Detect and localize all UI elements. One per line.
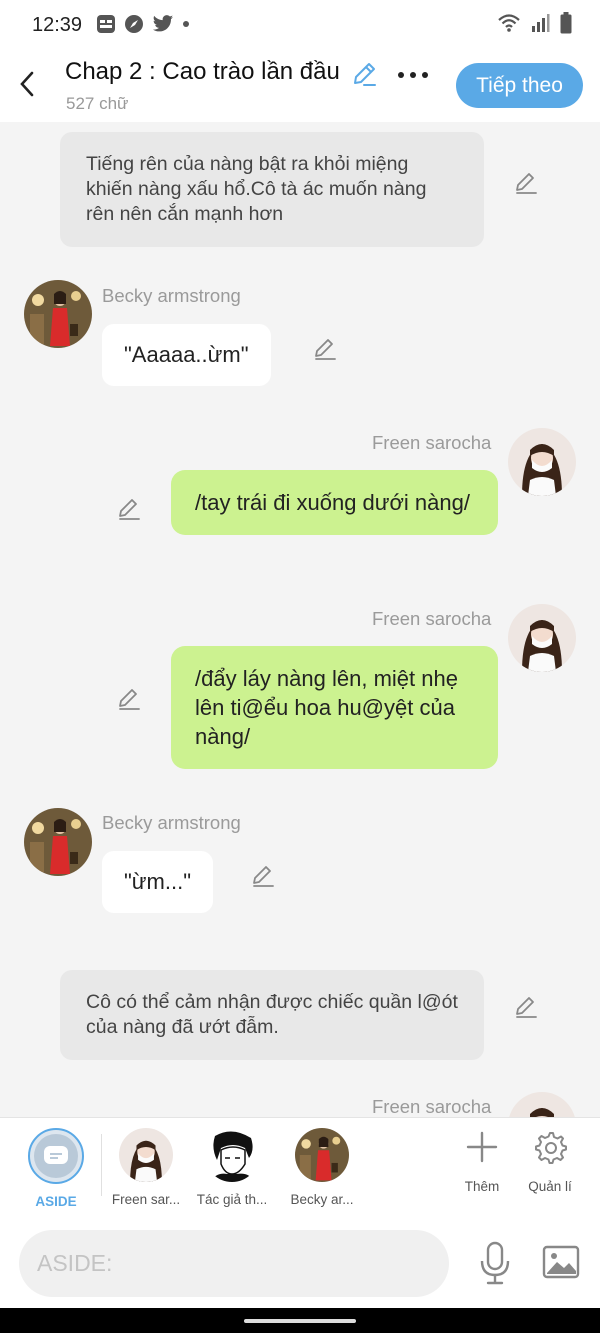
edit-message-icon[interactable]	[513, 170, 539, 196]
freen-avatar[interactable]	[508, 428, 576, 496]
home-indicator[interactable]	[244, 1319, 356, 1323]
message-bubble-left[interactable]: "Aaaaa..ừm"	[102, 324, 271, 386]
sender-name: Becky armstrong	[102, 812, 241, 833]
status-time: 12:39	[32, 14, 83, 36]
gear-icon	[535, 1132, 567, 1164]
add-character-button[interactable]: Thêm	[447, 1130, 517, 1194]
character-freen[interactable]: Freen sar...	[101, 1128, 191, 1207]
aside-bubble[interactable]: Tiếng rên của nàng bật ra khỏi miệng khi…	[60, 132, 484, 247]
wifi-icon	[498, 13, 520, 38]
message-bubble-right[interactable]: /đẩy láy nàng lên, miệt nhẹ lên ti@ểu ho…	[171, 646, 498, 769]
freen-avatar[interactable]	[508, 604, 576, 672]
message-bubble-left[interactable]: "ừm..."	[102, 851, 214, 913]
character-selector-bar: ASIDE Freen sar... Tác giả th... Becky a…	[0, 1117, 600, 1219]
author-avatar	[205, 1128, 259, 1182]
edit-message-icon[interactable]	[312, 336, 338, 362]
sender-name: Becky armstrong	[102, 285, 241, 306]
next-chapter-button[interactable]: Tiếp theo	[456, 63, 583, 108]
aside-icon	[34, 1134, 78, 1178]
back-button[interactable]	[12, 64, 42, 104]
character-label: Tác giả th...	[196, 1192, 268, 1207]
aside-bubble[interactable]: Cô có thể cảm nhận được chiếc quần l@ót …	[60, 970, 484, 1060]
manage-label: Quản lí	[528, 1179, 572, 1194]
character-becky[interactable]: Becky ar...	[277, 1128, 367, 1207]
becky-avatar[interactable]	[24, 280, 92, 348]
compass-icon	[124, 14, 144, 39]
character-label: Becky ar...	[290, 1192, 354, 1207]
battery-icon	[560, 12, 572, 39]
add-label: Thêm	[464, 1179, 500, 1194]
becky-avatar	[295, 1128, 349, 1182]
freen-avatar	[119, 1128, 173, 1182]
becky-avatar[interactable]	[24, 808, 92, 876]
sender-name: Freen sarocha	[372, 1096, 492, 1117]
message-input[interactable]	[19, 1230, 449, 1297]
character-label: Freen sar...	[111, 1192, 181, 1207]
more-options-button[interactable]	[398, 72, 428, 78]
chapter-title[interactable]: Chap 2 : Cao trào lần đầu	[65, 58, 340, 86]
status-right-icons	[498, 12, 572, 39]
message-bubble-right[interactable]: /tay trái đi xuống dưới nàng/	[171, 470, 498, 535]
plus-icon	[466, 1131, 498, 1163]
freen-avatar[interactable]	[508, 1092, 576, 1117]
dot-icon	[182, 14, 190, 39]
twitter-icon	[152, 14, 174, 39]
chat-area[interactable]: Tiếng rên của nàng bật ra khỏi miệng khi…	[0, 122, 600, 1117]
edit-title-icon[interactable]	[350, 60, 378, 93]
edit-message-icon[interactable]	[116, 686, 142, 712]
image-icon[interactable]	[542, 1245, 580, 1284]
chapter-header: Chap 2 : Cao trào lần đầu 527 chữ Tiếp t…	[0, 50, 600, 122]
signal-icon	[530, 13, 550, 38]
edit-message-icon[interactable]	[250, 863, 276, 889]
input-bar	[0, 1219, 600, 1308]
sender-name: Freen sarocha	[372, 432, 492, 453]
edit-message-icon[interactable]	[513, 994, 539, 1020]
word-count: 527 chữ	[66, 94, 129, 113]
status-left-icons	[96, 14, 190, 39]
baomoi-icon	[96, 14, 116, 39]
character-label: ASIDE	[35, 1194, 77, 1209]
manage-button[interactable]: Quản lí	[515, 1130, 585, 1194]
status-bar: 12:39	[0, 0, 600, 50]
edit-message-icon[interactable]	[116, 496, 142, 522]
microphone-icon[interactable]	[478, 1241, 512, 1290]
character-author[interactable]: Tác giả th...	[187, 1128, 277, 1207]
system-nav-bar	[0, 1308, 600, 1333]
character-aside[interactable]: ASIDE	[11, 1128, 101, 1209]
chevron-left-icon	[20, 71, 34, 97]
sender-name: Freen sarocha	[372, 608, 492, 629]
